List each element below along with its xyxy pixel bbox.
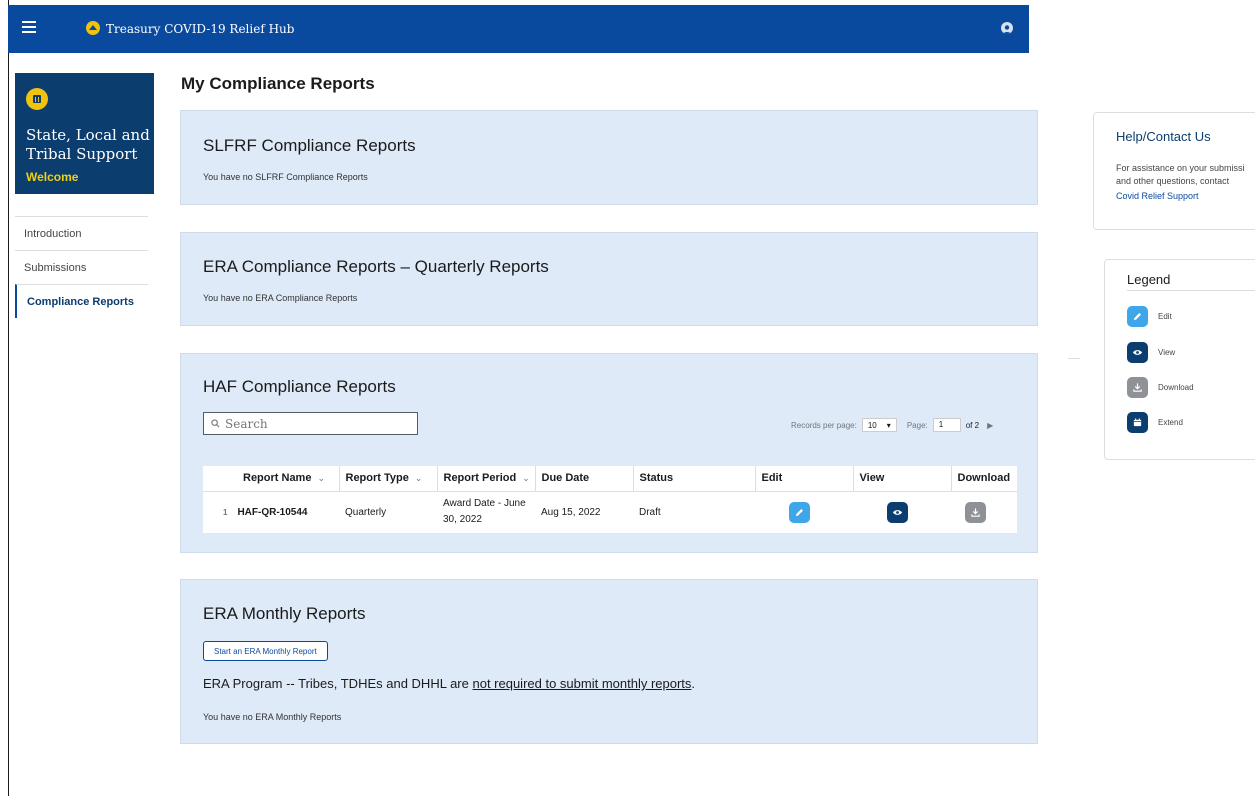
era-quarterly-panel: ERA Compliance Reports – Quarterly Repor…	[180, 232, 1038, 326]
edit-button[interactable]	[789, 501, 810, 523]
next-page-icon[interactable]: ▶	[987, 421, 993, 430]
search-input[interactable]: Search	[203, 412, 418, 435]
records-per-page-label: Records per page:	[791, 420, 857, 430]
user-avatar-icon[interactable]	[1001, 22, 1013, 34]
report-period: Award Date - June 30, 2022	[443, 498, 526, 526]
column-edit: Edit	[754, 466, 853, 492]
haf-title: HAF Compliance Reports	[203, 377, 396, 396]
haf-panel: HAF Compliance Reports Search Records pe…	[180, 353, 1038, 553]
records-per-page-select[interactable]: 10 ▾	[861, 418, 897, 432]
page-label: Page:	[906, 420, 928, 430]
search-icon	[211, 419, 220, 428]
records-per-page-value: 10	[867, 420, 877, 430]
eye-icon	[1127, 342, 1148, 363]
page-number-input[interactable]: 1	[932, 418, 961, 432]
table-row: 1 HAF-QR-10544 Quarterly Award Date - Jun…	[203, 491, 1017, 533]
slfrf-panel: SLFRF Compliance Reports You have no SLF…	[180, 110, 1038, 205]
search-placeholder: Search	[225, 416, 268, 431]
column-report-type[interactable]: Report Type ⌄	[338, 466, 437, 492]
divider	[1068, 358, 1080, 359]
download-button[interactable]	[965, 501, 986, 523]
app-title[interactable]: Treasury COVID-19 Relief Hub	[106, 22, 294, 36]
legend-item-extend: Extend	[1127, 412, 1183, 433]
side-navigation: Introduction Submissions Compliance Repo…	[15, 216, 148, 318]
treasury-seal-icon[interactable]	[86, 21, 100, 35]
help-text: For assistance on your submissi and other…	[1116, 163, 1245, 186]
legend-card: Legend Edit View Download Extend	[1104, 259, 1255, 460]
pencil-icon	[1127, 306, 1148, 327]
sidebar-item-compliance-reports[interactable]: Compliance Reports	[15, 284, 148, 318]
slfrf-title: SLFRF Compliance Reports	[203, 136, 416, 155]
era-monthly-panel: ERA Monthly Reports Start an ERA Monthly…	[180, 579, 1038, 744]
legend-item-download: Download	[1127, 377, 1194, 398]
column-due-date: Due Date	[534, 466, 633, 492]
era-monthly-title: ERA Monthly Reports	[203, 604, 366, 623]
download-icon	[1127, 377, 1148, 398]
agency-seal-icon	[26, 88, 48, 110]
column-status: Status	[632, 466, 755, 492]
agency-title: State, Local and Tribal Support	[26, 126, 150, 163]
top-navbar: Treasury COVID-19 Relief Hub	[8, 5, 1029, 53]
sort-chevron-icon: ⌄	[414, 473, 423, 484]
column-view: View	[852, 466, 951, 492]
page-title: My Compliance Reports	[181, 74, 375, 93]
covid-relief-support-link[interactable]: Covid Relief Support	[1116, 191, 1199, 201]
help-title: Help/Contact Us	[1116, 129, 1211, 144]
view-button[interactable]	[887, 501, 908, 523]
agency-card: State, Local and Tribal Support Welcome	[15, 73, 154, 194]
legend-title: Legend	[1127, 272, 1171, 287]
row-number: 1	[223, 507, 228, 517]
help-contact-card: Help/Contact Us For assistance on your s…	[1093, 112, 1255, 230]
window-border	[8, 0, 9, 796]
haf-reports-table: Report Name ⌄ Report Type ⌄ Report Period ⌄…	[203, 466, 1017, 533]
page-count: of 2	[965, 420, 980, 430]
eye-icon	[892, 509, 903, 515]
legend-item-edit: Edit	[1127, 306, 1172, 327]
column-download: Download	[950, 466, 1017, 492]
start-era-monthly-report-button[interactable]: Start an ERA Monthly Report	[203, 641, 328, 661]
column-report-name[interactable]: Report Name ⌄	[203, 466, 339, 492]
era-monthly-empty-note: You have no ERA Monthly Reports	[203, 712, 342, 722]
slfrf-empty-note: You have no SLFRF Compliance Reports	[203, 172, 368, 182]
sort-chevron-icon: ⌄	[317, 473, 326, 484]
download-icon	[971, 508, 980, 517]
calendar-icon	[1127, 412, 1148, 433]
column-report-period[interactable]: Report Period ⌄	[436, 466, 535, 492]
era-program-text: ERA Program -- Tribes, TDHEs and DHHL ar…	[203, 676, 696, 691]
sort-chevron-icon: ⌄	[522, 473, 530, 484]
era-quarterly-empty-note: You have no ERA Compliance Reports	[203, 293, 358, 303]
report-type: Quarterly	[345, 506, 387, 518]
report-name: HAF-QR-10544	[237, 506, 308, 518]
not-required-link[interactable]: not required to submit monthly reports	[472, 676, 691, 691]
dropdown-caret-icon: ▾	[886, 420, 891, 430]
era-quarterly-title: ERA Compliance Reports – Quarterly Repor…	[203, 257, 549, 276]
hamburger-icon[interactable]	[22, 21, 36, 33]
due-date: Aug 15, 2022	[541, 506, 601, 518]
legend-divider	[1127, 290, 1255, 291]
pagination: Records per page: 10 ▾ Page: 1 of 2 ▶	[791, 418, 993, 432]
welcome-text: Welcome	[26, 170, 79, 184]
legend-item-view: View	[1127, 342, 1175, 363]
sidebar-item-submissions[interactable]: Submissions	[15, 250, 148, 284]
sidebar-item-introduction[interactable]: Introduction	[15, 216, 148, 250]
pencil-icon	[795, 508, 803, 516]
status-draft: Draft	[639, 506, 661, 518]
